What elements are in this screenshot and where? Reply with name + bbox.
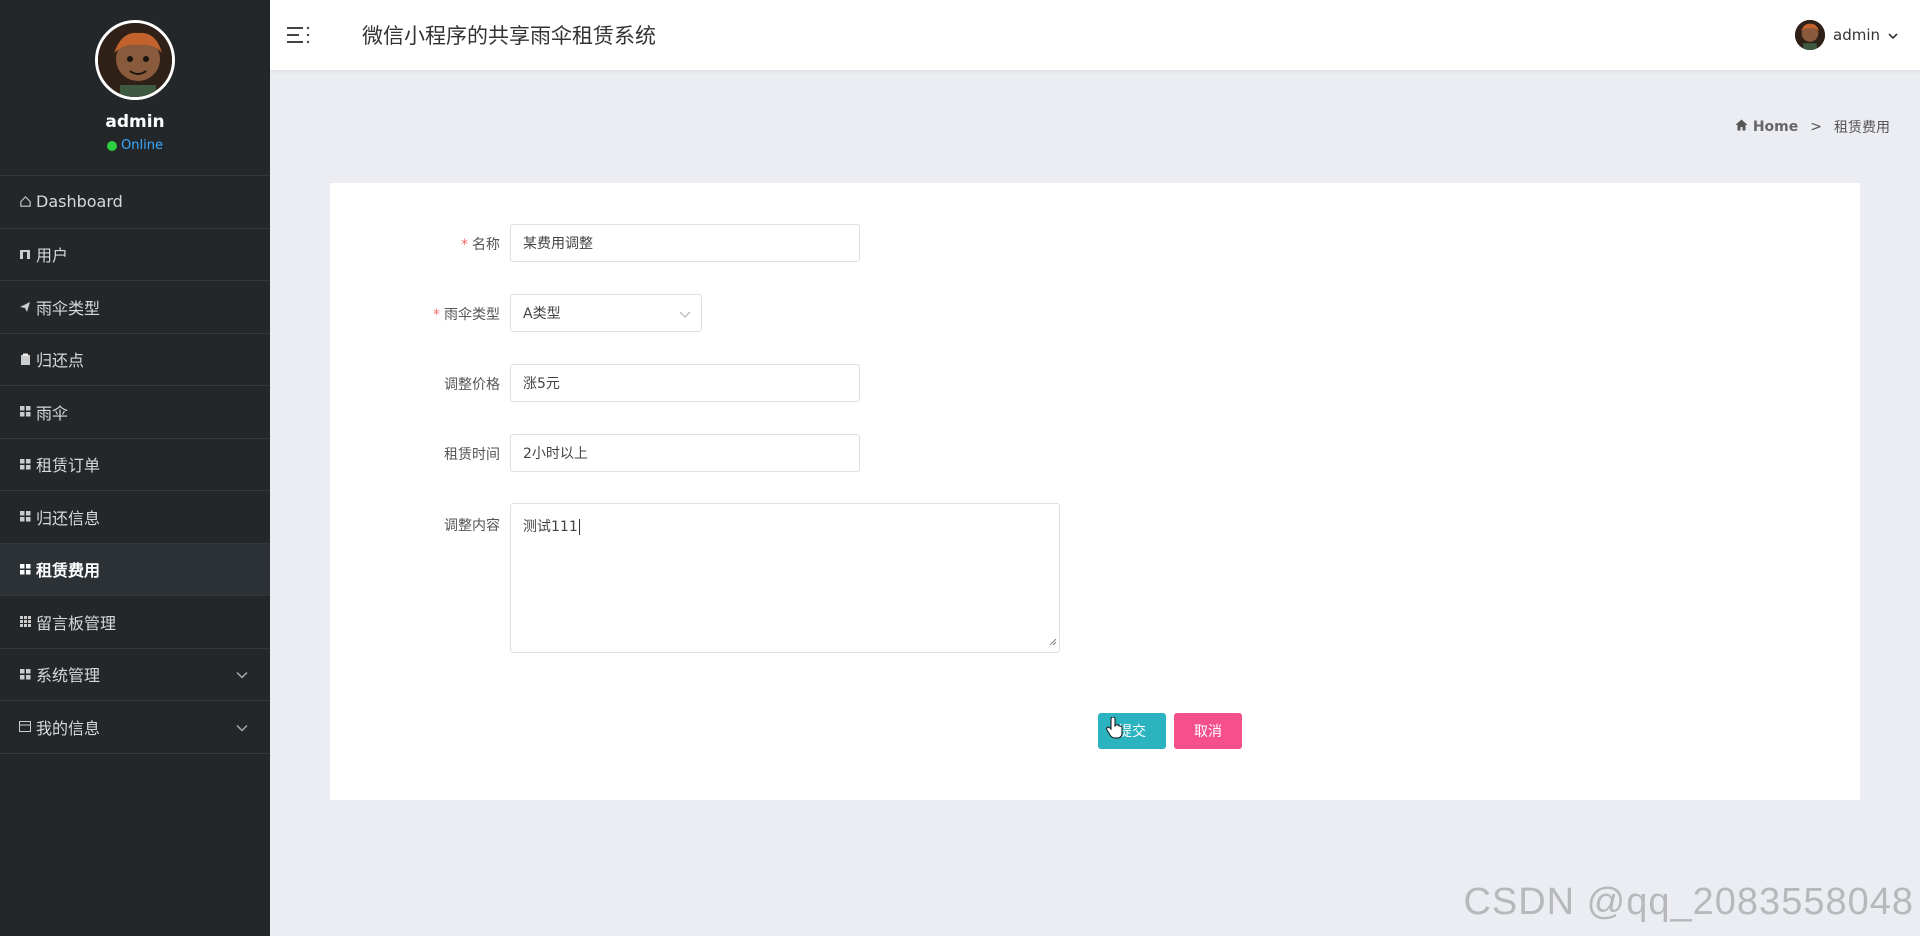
user-icon bbox=[18, 247, 32, 261]
price-label: 调整价格 bbox=[444, 377, 500, 393]
name-input[interactable]: 某费用调整 bbox=[510, 224, 860, 262]
sidebar-item-label: 留言板管理 bbox=[36, 613, 117, 633]
sidebar-item-label: 系统管理 bbox=[36, 666, 101, 686]
price-input[interactable]: 涨5元 bbox=[510, 364, 860, 402]
name-label-text: 名称 bbox=[472, 237, 500, 253]
sidebar-item-label: 用户 bbox=[36, 246, 69, 266]
breadcrumb: Home > 租赁费用 bbox=[1735, 117, 1890, 137]
cancel-button[interactable]: 取消 bbox=[1174, 713, 1242, 749]
user-name: admin bbox=[1833, 26, 1880, 44]
grid-small-icon bbox=[18, 615, 32, 629]
type-select[interactable]: A类型 bbox=[510, 294, 702, 332]
profile-name: admin bbox=[105, 112, 165, 132]
chevron-down-icon bbox=[236, 717, 248, 736]
grid-icon bbox=[18, 457, 32, 471]
sidebar-item-umbrella-type[interactable]: 雨伞类型 bbox=[0, 281, 270, 334]
sidebar-item-return-point[interactable]: 归还点 bbox=[0, 334, 270, 386]
sidebar-item-rental-order[interactable]: 租赁订单 bbox=[0, 439, 270, 491]
online-dot-icon bbox=[107, 140, 118, 151]
content-textarea[interactable]: 测试111 bbox=[510, 503, 1060, 653]
app-title: 微信小程序的共享雨伞租赁系统 bbox=[362, 24, 656, 48]
sidebar-menu: Dashboard 用户 雨伞类型 归还点 雨伞 租赁订单 归还信息 租赁费用 … bbox=[0, 175, 270, 754]
sidebar-item-umbrella[interactable]: 雨伞 bbox=[0, 386, 270, 439]
grid-icon bbox=[18, 510, 32, 524]
required-mark: * bbox=[433, 307, 440, 323]
sidebar-item-label: 雨伞 bbox=[36, 403, 69, 423]
home-icon bbox=[18, 195, 32, 209]
sidebar-item-label: 租赁订单 bbox=[36, 456, 101, 476]
form-card: * 名称 某费用调整 * 雨伞类型 A类型 调整价格 涨5元 租赁时间 2小时以上 … bbox=[330, 183, 1860, 800]
price-input-value: 涨5元 bbox=[523, 376, 560, 392]
breadcrumb-home-label: Home bbox=[1752, 119, 1799, 135]
sidebar-item-system-management[interactable]: 系统管理 bbox=[0, 649, 270, 701]
sidebar-item-user[interactable]: 用户 bbox=[0, 229, 270, 281]
sidebar-item-message-board[interactable]: 留言板管理 bbox=[0, 596, 270, 649]
profile-panel: admin Online bbox=[0, 0, 270, 175]
home-icon bbox=[1735, 119, 1748, 135]
type-select-value: A类型 bbox=[523, 306, 561, 322]
name-label: * 名称 bbox=[330, 234, 500, 254]
sidebar-item-rental-fee[interactable]: 租赁费用 bbox=[0, 543, 270, 596]
text-caret bbox=[578, 519, 580, 535]
sidebar-item-label: 我的信息 bbox=[36, 718, 101, 738]
resize-handle-icon[interactable] bbox=[1049, 634, 1057, 650]
top-bar: 微信小程序的共享雨伞租赁系统 admin bbox=[270, 0, 1920, 70]
content-textarea-value: 测试111 bbox=[523, 519, 578, 535]
grid-icon bbox=[18, 405, 32, 419]
sidebar-item-label: 租赁费用 bbox=[36, 561, 101, 581]
name-input-value: 某费用调整 bbox=[523, 236, 593, 252]
status-text: Online bbox=[121, 138, 163, 153]
sidebar-item-label: Dashboard bbox=[36, 192, 123, 212]
clipboard-icon bbox=[18, 352, 32, 366]
status-badge: Online bbox=[107, 138, 163, 153]
chevron-down-icon bbox=[1888, 26, 1898, 44]
type-label-text: 雨伞类型 bbox=[444, 307, 500, 323]
avatar[interactable] bbox=[95, 20, 175, 100]
breadcrumb-separator: > bbox=[1810, 119, 1822, 135]
type-label: * 雨伞类型 bbox=[330, 304, 500, 324]
id-card-icon bbox=[18, 720, 32, 734]
sidebar-item-return-info[interactable]: 归还信息 bbox=[0, 491, 270, 544]
sidebar-item-label: 归还信息 bbox=[36, 508, 101, 528]
content-label: 调整内容 bbox=[444, 518, 500, 534]
grid-icon bbox=[18, 562, 32, 576]
time-label: 租赁时间 bbox=[444, 447, 500, 463]
paper-plane-icon bbox=[18, 300, 32, 314]
sidebar: admin Online Dashboard 用户 雨伞类型 归还点 雨伞 租赁… bbox=[0, 0, 270, 936]
breadcrumb-home[interactable]: Home bbox=[1735, 119, 1798, 135]
grid-icon bbox=[18, 667, 32, 681]
sidebar-item-dashboard[interactable]: Dashboard bbox=[0, 176, 270, 229]
time-input-value: 2小时以上 bbox=[523, 446, 588, 462]
user-menu[interactable]: admin bbox=[1795, 20, 1898, 50]
breadcrumb-current: 租赁费用 bbox=[1834, 120, 1890, 136]
time-input[interactable]: 2小时以上 bbox=[510, 434, 860, 472]
sidebar-item-label: 雨伞类型 bbox=[36, 298, 101, 318]
watermark: CSDN @qq_2083558048 bbox=[1463, 881, 1914, 923]
sidebar-item-label: 归还点 bbox=[36, 351, 85, 371]
avatar bbox=[1795, 20, 1825, 50]
sidebar-item-my-info[interactable]: 我的信息 bbox=[0, 701, 270, 754]
hand-cursor-icon bbox=[1106, 716, 1124, 743]
chevron-down-icon bbox=[679, 307, 691, 323]
required-mark: * bbox=[461, 237, 468, 253]
chevron-down-icon bbox=[236, 665, 248, 684]
menu-toggle-icon[interactable] bbox=[286, 22, 312, 48]
